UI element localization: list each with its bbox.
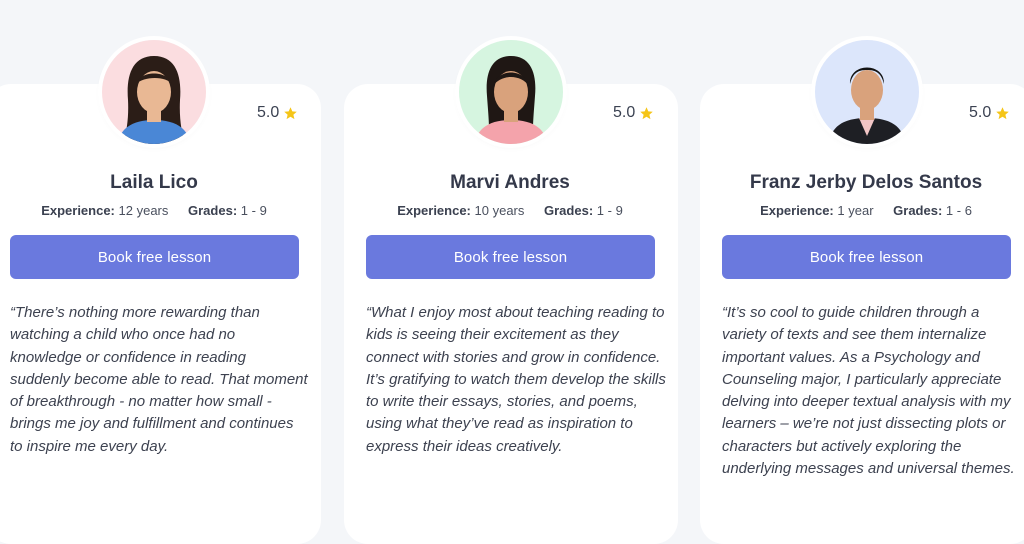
tutor-quote: “There’s nothing more rewarding than wat… xyxy=(10,304,308,455)
grades-value: 1 - 6 xyxy=(945,203,972,218)
rating-marvi: 5.0 xyxy=(613,104,654,122)
book-free-lesson-button[interactable]: Book free lesson xyxy=(722,235,1011,279)
star-icon xyxy=(996,106,1009,119)
grades-value: 1 - 9 xyxy=(596,203,623,218)
grades-label: Grades: xyxy=(544,203,594,218)
book-free-lesson-button[interactable]: Book free lesson xyxy=(10,235,299,279)
star-icon xyxy=(284,106,297,119)
experience-value: 10 years xyxy=(474,203,525,218)
rating-value: 5.0 xyxy=(613,104,636,121)
tutor-name: Franz Jerby Delos Santos xyxy=(749,172,983,193)
tutor-name: Laila Lico xyxy=(110,172,198,193)
rating-value: 5.0 xyxy=(969,104,992,121)
experience-value: 12 years xyxy=(118,203,169,218)
experience-label: Experience: xyxy=(760,203,834,218)
experience-label: Experience: xyxy=(41,203,115,218)
rating-franz: 5.0 xyxy=(969,104,1010,122)
avatar-marvi xyxy=(459,40,563,144)
grades-label: Grades: xyxy=(188,203,238,218)
tutor-meta: Experience: 1 year Grades: 1 - 6 xyxy=(699,203,1024,218)
tutor-meta: Experience: 10 years Grades: 1 - 9 xyxy=(343,203,677,218)
avatar-laila xyxy=(102,40,206,144)
tutor-quote: “What I enjoy most about teaching readin… xyxy=(366,304,666,455)
tutor-name: Marvi Andres xyxy=(450,172,570,193)
tutor-meta: Experience: 12 years Grades: 1 - 9 xyxy=(0,203,321,218)
avatar-franz xyxy=(815,40,919,144)
grades-value: 1 - 9 xyxy=(240,203,267,218)
book-free-lesson-button[interactable]: Book free lesson xyxy=(366,235,655,279)
tutor-quote: “It’s so cool to guide children through … xyxy=(722,304,1015,478)
experience-label: Experience: xyxy=(397,203,471,218)
rating-laila: 5.0 xyxy=(257,104,298,122)
star-icon xyxy=(640,106,653,119)
grades-label: Grades: xyxy=(893,203,943,218)
rating-value: 5.0 xyxy=(257,104,280,121)
experience-value: 1 year xyxy=(837,203,874,218)
